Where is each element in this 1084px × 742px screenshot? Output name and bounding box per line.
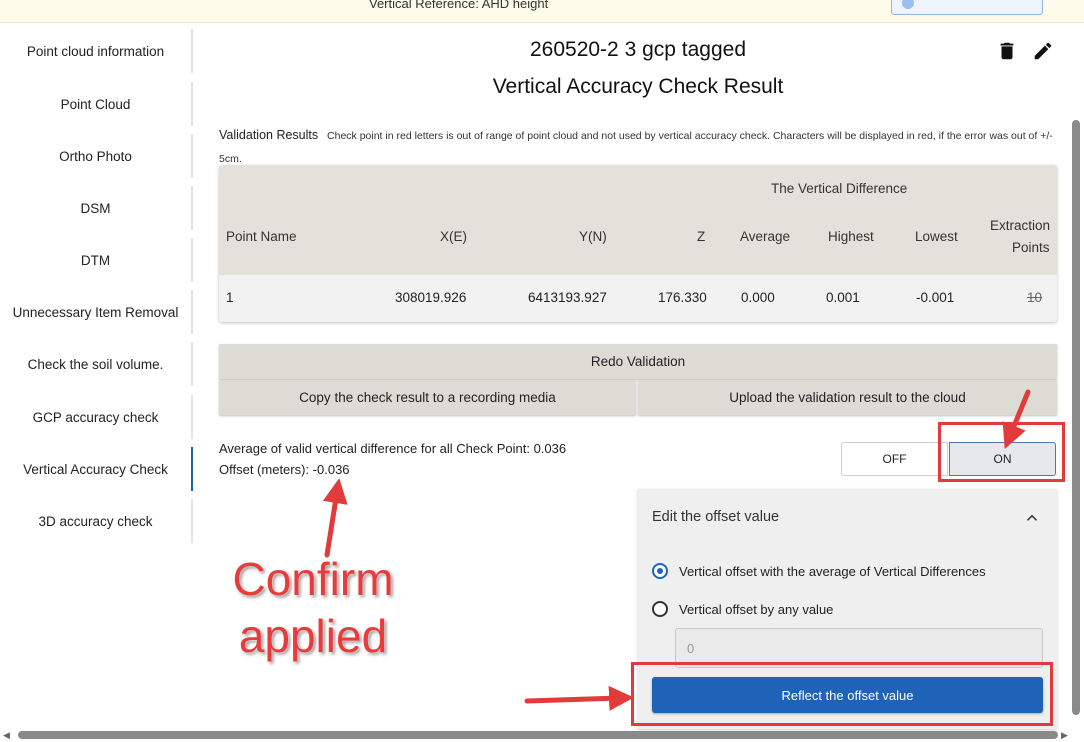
group-header-vertical-difference: The Vertical Difference	[771, 181, 908, 196]
annotation-arrow-to-offset	[322, 478, 348, 558]
edit-icon[interactable]	[1032, 40, 1054, 62]
cell-lowest: -0.001	[916, 290, 955, 305]
column-point-name: Point Name	[226, 229, 297, 244]
sidebar-item-3d-accuracy-check[interactable]: 3D accuracy check	[0, 499, 193, 543]
annotation-applied-text: applied	[238, 610, 388, 662]
sidebar-item-vertical-accuracy-check[interactable]: Vertical Accuracy Check	[0, 447, 193, 491]
sidebar-item-ortho-photo[interactable]: Ortho Photo	[0, 134, 193, 178]
delete-icon[interactable]	[996, 40, 1018, 62]
column-x: X(E)	[440, 229, 467, 244]
vertical-reference-text: Vertical Reference: AHD height	[369, 0, 549, 11]
radio-unchecked-icon	[652, 601, 668, 617]
cell-z: 176.330	[658, 290, 707, 305]
redo-validation-button[interactable]: Redo Validation	[219, 344, 1057, 379]
copy-result-button[interactable]: Copy the check result to a recording med…	[219, 380, 636, 415]
page-title: 260520-2 3 gcp tagged	[529, 38, 747, 61]
radio-offset-any-label: Vertical offset by any value	[679, 601, 834, 617]
table-row[interactable]: 1 308019.926 6413193.927 176.330 0.000 0…	[219, 275, 1057, 322]
horizontal-scrollbar[interactable]	[18, 731, 1058, 739]
info-icon	[902, 0, 914, 9]
average-vertical-difference: Average of valid vertical difference for…	[219, 441, 567, 456]
column-y: Y(N)	[579, 229, 607, 244]
cell-y: 6413193.927	[528, 290, 607, 305]
sidebar-item-dsm[interactable]: DSM	[0, 186, 193, 230]
radio-checked-icon	[652, 563, 668, 579]
annotation-highlight-on-toggle	[938, 422, 1065, 482]
cell-average: 0.000	[741, 290, 775, 305]
column-extraction-line2: Points	[1012, 240, 1050, 255]
offset-off-toggle[interactable]: OFF	[841, 442, 948, 476]
sidebar: Point cloud information Point Cloud Orth…	[0, 26, 195, 551]
column-average: Average	[740, 229, 791, 244]
cell-highest: 0.001	[826, 290, 860, 305]
sidebar-item-dtm[interactable]: DTM	[0, 238, 193, 282]
annotation-confirm-text: Confirm	[232, 553, 394, 605]
offset-value-text: Offset (meters): -0.036	[219, 462, 350, 477]
table-header: The Vertical Difference Point Name X(E) …	[219, 165, 1057, 275]
top-bar: Vertical Reference: AHD height	[0, 0, 1084, 23]
annotation-highlight-reflect-button	[631, 662, 1053, 726]
validation-table: The Vertical Difference Point Name X(E) …	[219, 165, 1057, 322]
column-highest: Highest	[828, 229, 874, 244]
vertical-scrollbar[interactable]	[1072, 120, 1080, 715]
top-action-button[interactable]	[891, 0, 1043, 15]
page-subtitle: Vertical Accuracy Check Result	[492, 75, 784, 98]
sidebar-item-point-cloud[interactable]: Point Cloud	[0, 82, 193, 126]
sidebar-item-check-soil-volume[interactable]: Check the soil volume.	[0, 342, 193, 386]
cell-point-name: 1	[226, 290, 234, 305]
scroll-left-icon[interactable]: ◀	[3, 730, 10, 741]
chevron-up-icon[interactable]	[1023, 509, 1041, 527]
column-z: Z	[697, 229, 706, 244]
sidebar-item-unnecessary-item-removal[interactable]: Unnecessary Item Removal	[0, 290, 193, 334]
validation-results: Validation Results Check point in red le…	[219, 124, 1059, 170]
validation-results-label: Validation Results	[219, 128, 319, 142]
validation-results-description: Check point in red letters is out of ran…	[219, 130, 1053, 165]
radio-offset-average-label: Vertical offset with the average of Vert…	[679, 563, 986, 579]
upload-result-button[interactable]: Upload the validation result to the clou…	[638, 380, 1057, 415]
sidebar-item-gcp-accuracy-check[interactable]: GCP accuracy check	[0, 395, 193, 439]
scroll-right-icon[interactable]: ▶	[1061, 730, 1068, 741]
edit-offset-heading: Edit the offset value	[652, 509, 780, 525]
annotation-arrow-to-reflect	[524, 685, 634, 711]
radio-offset-average[interactable]: Vertical offset with the average of Vert…	[652, 560, 986, 582]
cell-extraction-points: 10	[1027, 290, 1043, 305]
cell-x: 308019.926	[395, 290, 467, 305]
radio-offset-any[interactable]: Vertical offset by any value	[652, 598, 833, 620]
column-extraction-line1: Extraction	[990, 218, 1051, 233]
column-lowest: Lowest	[915, 229, 958, 244]
sidebar-item-point-cloud-information[interactable]: Point cloud information	[0, 29, 193, 73]
